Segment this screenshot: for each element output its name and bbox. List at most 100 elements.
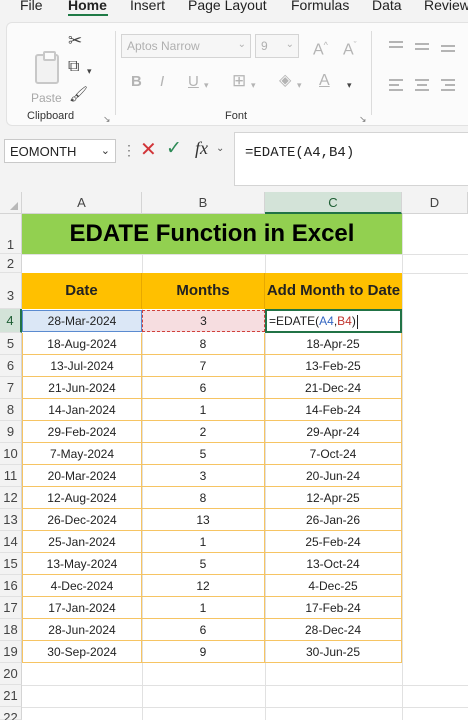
insert-function-button[interactable]: fx: [195, 138, 208, 159]
row-header[interactable]: 17: [0, 597, 22, 619]
column-header-b[interactable]: B: [142, 192, 265, 214]
chevron-down-icon[interactable]: ⌄: [216, 143, 224, 154]
tab-formulas[interactable]: Formulas: [291, 0, 349, 13]
borders-dropdown-icon[interactable]: ▾: [251, 77, 256, 93]
row-header[interactable]: 18: [0, 619, 22, 641]
row-header[interactable]: 16: [0, 575, 22, 597]
cell-date[interactable]: 17-Jan-2024: [22, 597, 142, 619]
font-name-select[interactable]: Aptos Narrow ⌄: [121, 34, 251, 58]
column-header-d[interactable]: D: [402, 192, 468, 214]
shrink-font-icon[interactable]: Aˇ: [343, 37, 357, 58]
cell-result[interactable]: 14-Feb-24: [265, 399, 402, 421]
row-header[interactable]: 13: [0, 509, 22, 531]
cell-months[interactable]: 9: [142, 641, 265, 663]
cell-result[interactable]: 29-Apr-24: [265, 421, 402, 443]
row-header[interactable]: 19: [0, 641, 22, 663]
tab-review[interactable]: Review: [424, 0, 468, 13]
cell-months[interactable]: 5: [142, 553, 265, 575]
copy-icon[interactable]: ⧉: [68, 59, 79, 75]
tab-file[interactable]: File: [20, 0, 43, 13]
referenced-cell-a4[interactable]: 28-Mar-2024: [22, 310, 142, 332]
cell-result[interactable]: 17-Feb-24: [265, 597, 402, 619]
cell-date[interactable]: 25-Jan-2024: [22, 531, 142, 553]
cell-result[interactable]: 12-Apr-25: [265, 487, 402, 509]
row-header[interactable]: 6: [0, 355, 22, 377]
cell-months[interactable]: 7: [142, 355, 265, 377]
cell-result[interactable]: 21-Dec-24: [265, 377, 402, 399]
cell-result[interactable]: 20-Jun-24: [265, 465, 402, 487]
sheet-title-cell[interactable]: EDATE Function in Excel: [22, 214, 402, 254]
cell-result[interactable]: 13-Oct-24: [265, 553, 402, 575]
cell-date[interactable]: 4-Dec-2024: [22, 575, 142, 597]
confirm-entry-icon[interactable]: ✓: [166, 137, 182, 160]
grow-font-icon[interactable]: A^: [313, 37, 328, 58]
underline-dropdown-icon[interactable]: ▾: [204, 77, 209, 93]
select-all-button[interactable]: [0, 192, 22, 214]
bold-button[interactable]: B: [131, 73, 142, 90]
cell-months[interactable]: 8: [142, 487, 265, 509]
row-header[interactable]: 15: [0, 553, 22, 575]
row-header[interactable]: 22: [0, 707, 22, 720]
cell-date[interactable]: 28-Jun-2024: [22, 619, 142, 641]
cell-months[interactable]: 1: [142, 531, 265, 553]
cell-months[interactable]: 12: [142, 575, 265, 597]
more-options-icon[interactable]: ⋮: [122, 142, 136, 159]
row-header[interactable]: 10: [0, 443, 22, 465]
referenced-cell-b4[interactable]: 3: [142, 310, 265, 332]
cell-date[interactable]: 14-Jan-2024: [22, 399, 142, 421]
row-header[interactable]: 8: [0, 399, 22, 421]
tab-insert[interactable]: Insert: [130, 0, 165, 13]
paste-button-label[interactable]: Paste: [31, 91, 62, 105]
cancel-entry-icon[interactable]: ✕: [140, 137, 157, 162]
cell-months[interactable]: 1: [142, 597, 265, 619]
font-color-dropdown-icon[interactable]: ▾: [347, 77, 352, 93]
row-header[interactable]: 5: [0, 333, 22, 355]
cell-months[interactable]: 8: [142, 333, 265, 355]
header-date[interactable]: Date: [22, 273, 142, 309]
format-painter-icon[interactable]: 🖌: [69, 87, 88, 103]
row-header[interactable]: 11: [0, 465, 22, 487]
tab-data[interactable]: Data: [372, 0, 402, 13]
paste-icon[interactable]: [35, 51, 59, 84]
row-header[interactable]: 20: [0, 663, 22, 685]
fill-color-dropdown-icon[interactable]: ▾: [297, 77, 302, 93]
cell-result[interactable]: 28-Dec-24: [265, 619, 402, 641]
cell-months[interactable]: 5: [142, 443, 265, 465]
row-header[interactable]: 14: [0, 531, 22, 553]
row-header[interactable]: 1: [0, 214, 22, 254]
copy-dropdown-icon[interactable]: ▾: [87, 63, 92, 79]
cell-months[interactable]: 6: [142, 377, 265, 399]
font-size-select[interactable]: 9 ⌄: [255, 34, 299, 58]
font-launcher-icon[interactable]: ↘: [359, 114, 367, 125]
tab-home[interactable]: Home: [68, 0, 107, 13]
cell-date[interactable]: 30-Sep-2024: [22, 641, 142, 663]
cell-result[interactable]: 26-Jan-26: [265, 509, 402, 531]
cell-date[interactable]: 7-May-2024: [22, 443, 142, 465]
cell-result[interactable]: 30-Jun-25: [265, 641, 402, 663]
row-header[interactable]: 21: [0, 685, 22, 707]
italic-button[interactable]: I: [160, 73, 164, 90]
tab-page-layout[interactable]: Page Layout: [188, 0, 267, 13]
cell-months[interactable]: 1: [142, 399, 265, 421]
row-header[interactable]: 7: [0, 377, 22, 399]
column-header-c[interactable]: C: [265, 192, 402, 214]
header-add-month[interactable]: Add Month to Date: [265, 273, 402, 309]
cell-months[interactable]: 6: [142, 619, 265, 641]
active-cell-c4[interactable]: =EDATE(A4,B4): [265, 309, 402, 333]
cut-icon[interactable]: ✂: [68, 32, 82, 49]
row-header[interactable]: 4: [0, 309, 22, 333]
cell-result[interactable]: 4-Dec-25: [265, 575, 402, 597]
underline-button[interactable]: U: [188, 73, 199, 90]
cell-date[interactable]: 20-Mar-2024: [22, 465, 142, 487]
fill-color-icon[interactable]: ◈: [279, 73, 291, 89]
row-header[interactable]: 2: [0, 254, 22, 273]
cell-date[interactable]: 13-Jul-2024: [22, 355, 142, 377]
font-color-icon[interactable]: A: [319, 73, 330, 89]
cell-months[interactable]: 13: [142, 509, 265, 531]
column-header-a[interactable]: A: [22, 192, 142, 214]
clipboard-launcher-icon[interactable]: ↘: [103, 114, 111, 125]
cell-date[interactable]: 21-Jun-2024: [22, 377, 142, 399]
cell-result[interactable]: 18-Apr-25: [265, 333, 402, 355]
cell-result[interactable]: 13-Feb-25: [265, 355, 402, 377]
cell-months[interactable]: 2: [142, 421, 265, 443]
